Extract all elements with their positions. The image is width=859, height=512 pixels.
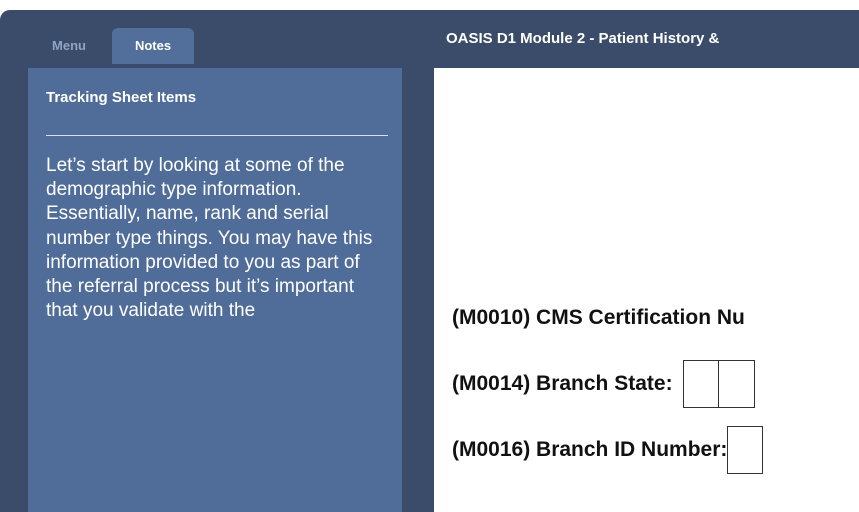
m0014-label: (M0014) Branch State:: [452, 372, 673, 395]
notes-body: Let’s start by looking at some of the de…: [46, 155, 373, 322]
window-title: OASIS D1 Module 2 - Patient History &: [446, 30, 720, 47]
notes-divider: [46, 135, 388, 136]
branch-state-box-2[interactable]: [718, 360, 755, 408]
form-content: (M0010) CMS Certification Nu (M0014) Bra…: [434, 68, 859, 512]
form-row-m0014: (M0014) Branch State:: [452, 360, 755, 408]
branch-id-box-1[interactable]: [727, 426, 764, 474]
m0010-label: (M0010) CMS Certification Nu: [452, 306, 745, 329]
tab-notes[interactable]: Notes: [112, 28, 194, 64]
app-frame: Menu Notes Tracking Sheet Items Let’s st…: [0, 10, 859, 512]
branch-state-box-1[interactable]: [682, 360, 719, 408]
tab-menu[interactable]: Menu: [30, 28, 108, 64]
sidebar: Menu Notes Tracking Sheet Items Let’s st…: [0, 10, 434, 512]
top-strip: [0, 0, 859, 10]
notes-panel: Tracking Sheet Items Let’s start by look…: [28, 68, 402, 512]
form-row-m0016: (M0016) Branch ID Number:: [452, 426, 764, 474]
notes-heading: Tracking Sheet Items: [46, 89, 197, 106]
form-row-m0010: (M0010) CMS Certification Nu: [452, 294, 745, 342]
m0016-label: (M0016) Branch ID Number:: [452, 438, 728, 461]
